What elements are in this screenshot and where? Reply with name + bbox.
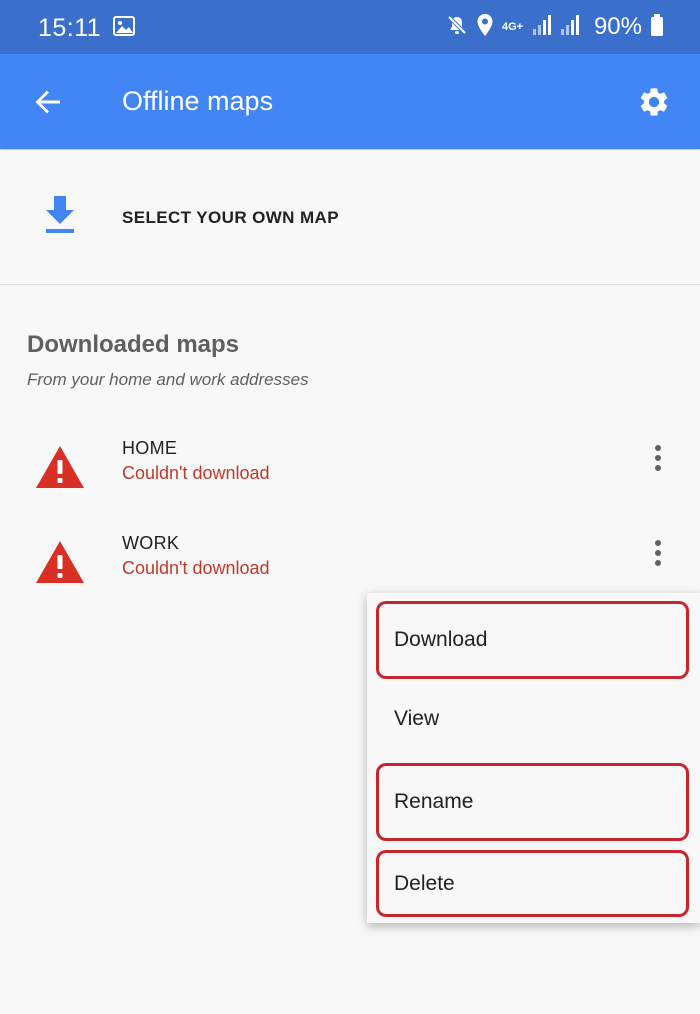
image-icon: [113, 16, 135, 41]
map-item-home[interactable]: HOME Couldn't download: [0, 438, 700, 528]
map-status: Couldn't download: [122, 558, 270, 578]
app-bar: Offline maps: [0, 54, 700, 149]
more-vert-icon: [655, 540, 661, 566]
select-own-map-button[interactable]: SELECT YOUR OWN MAP: [0, 150, 700, 284]
menu-item-delete[interactable]: Delete: [376, 850, 689, 917]
menu-item-label: Rename: [394, 790, 474, 813]
settings-button[interactable]: [634, 82, 674, 122]
status-time: 15:11: [38, 14, 102, 42]
signal-icon: [532, 14, 552, 41]
arrow-back-icon: [35, 90, 60, 114]
location-icon: [476, 13, 494, 42]
menu-item-label: Delete: [394, 871, 455, 895]
network-type: 4G+: [501, 20, 524, 33]
menu-item-download[interactable]: Download: [376, 601, 689, 679]
battery-icon: [650, 13, 664, 41]
select-own-map-label: SELECT YOUR OWN MAP: [122, 208, 339, 227]
popup-menu: Download View Rename Delete: [367, 593, 700, 923]
warning-icon: [34, 539, 86, 590]
section-title: Downloaded maps: [27, 331, 240, 358]
back-button[interactable]: [28, 82, 68, 122]
map-status: Couldn't download: [122, 463, 270, 483]
map-name: WORK: [122, 533, 180, 553]
page-title: Offline maps: [122, 86, 274, 116]
section-subtitle: From your home and work addresses: [27, 370, 309, 389]
more-options-button[interactable]: [644, 533, 672, 573]
more-vert-icon: [655, 445, 661, 471]
signal-icon: [560, 14, 580, 41]
battery-percent: 90%: [593, 13, 642, 40]
menu-item-rename[interactable]: Rename: [376, 763, 689, 841]
gear-icon: [640, 88, 668, 116]
divider: [0, 284, 700, 285]
menu-item-view[interactable]: View: [376, 680, 689, 758]
status-indicators: 4G+ 90%: [446, 12, 664, 42]
warning-icon: [34, 444, 86, 495]
mute-icon: [446, 14, 468, 41]
menu-item-label: Download: [394, 628, 488, 651]
more-options-button[interactable]: [644, 438, 672, 478]
map-name: HOME: [122, 438, 178, 458]
status-bar: 15:11 4G+ 90%: [0, 0, 700, 54]
download-icon: [42, 194, 78, 241]
menu-item-label: View: [394, 707, 440, 730]
